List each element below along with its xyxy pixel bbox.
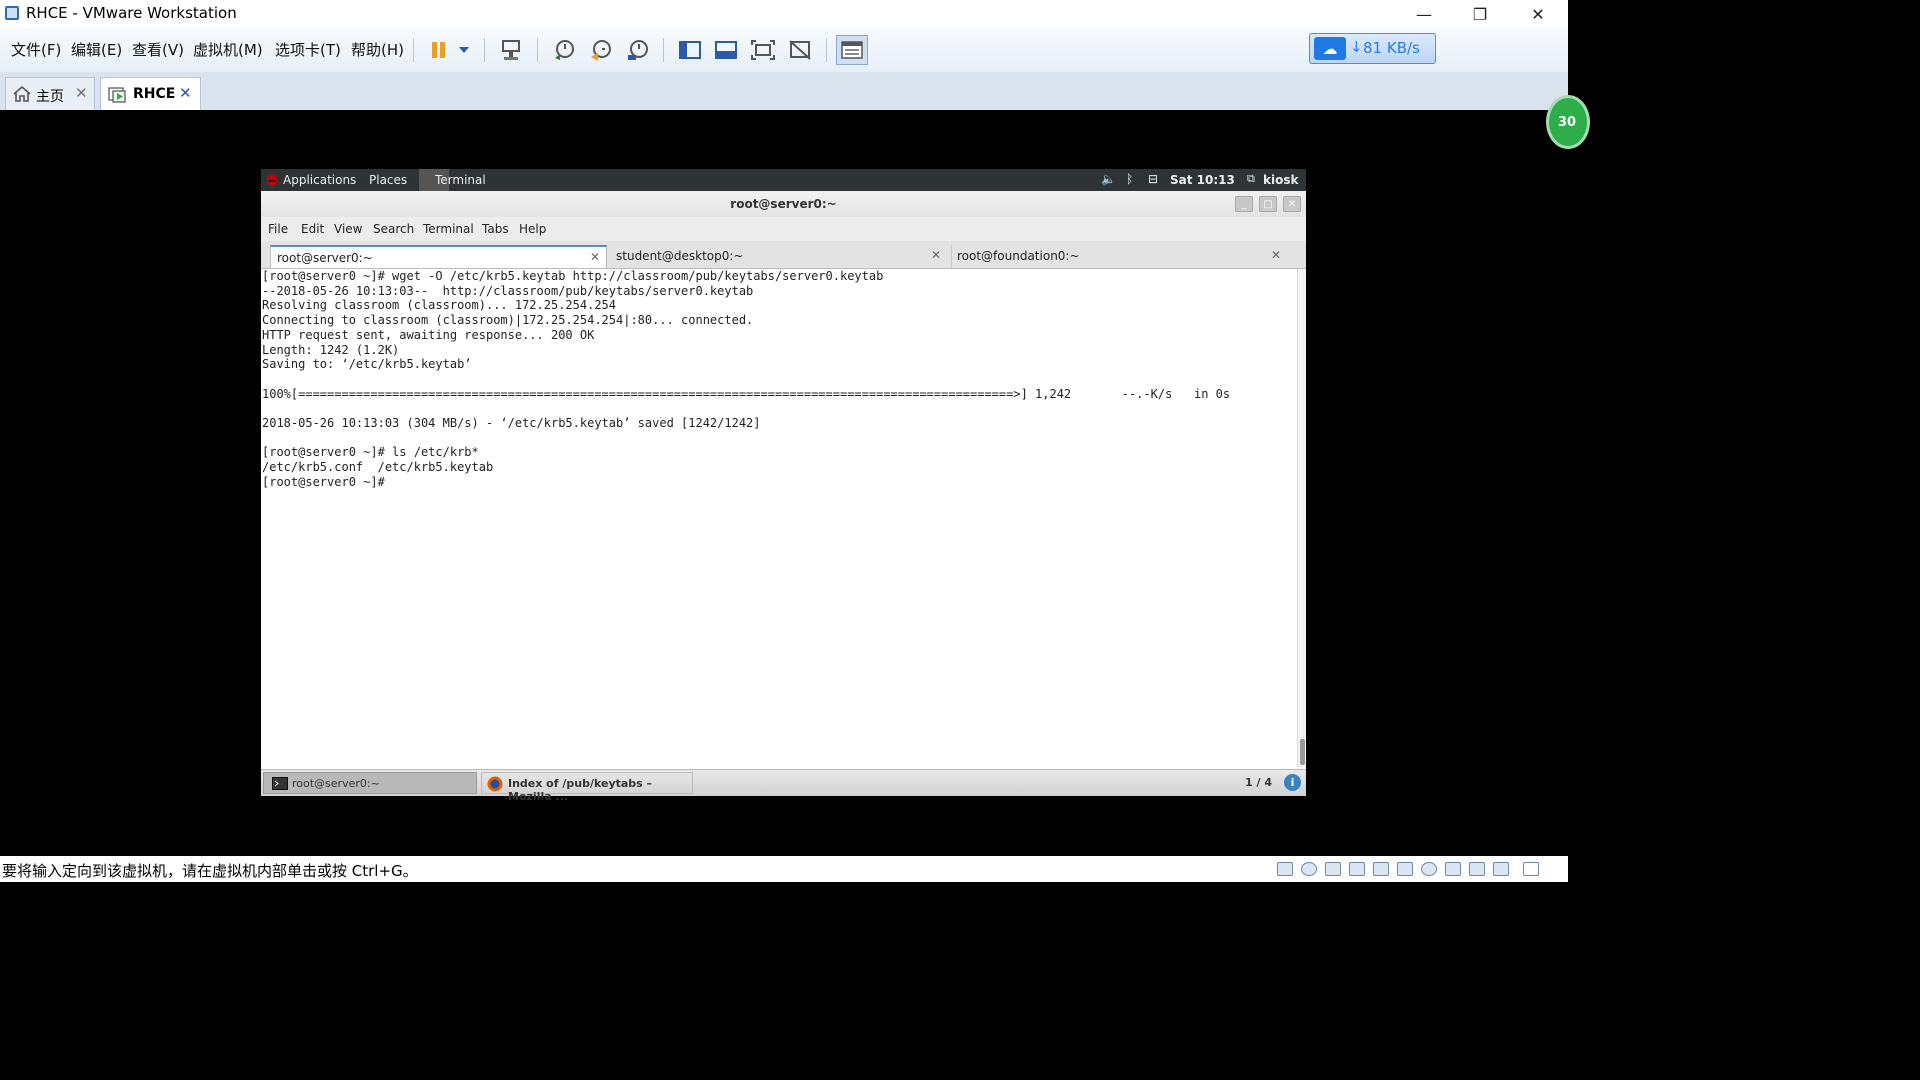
vm-tab-bar: 主页 ✕ RHCE ✕: [0, 72, 1568, 110]
tab-home-label: 主页: [36, 89, 64, 105]
volume-icon[interactable]: 🔈: [1101, 172, 1116, 186]
close-button[interactable]: ✕: [1510, 0, 1566, 28]
snapshot-icon[interactable]: [550, 37, 578, 63]
close-tab-rhce-button[interactable]: ✕: [179, 84, 192, 102]
cloud-icon: ☁: [1314, 37, 1346, 60]
menu-edit[interactable]: 编辑(E): [71, 39, 122, 60]
library-icon[interactable]: [836, 35, 868, 65]
close-terminal-tab-foundation0[interactable]: ✕: [1271, 248, 1281, 262]
terminal-tab-server0[interactable]: root@server0:~ ✕: [270, 245, 607, 268]
terminal-text: [root@server0 ~]# wget -O /etc/krb5.keyt…: [262, 269, 1231, 489]
hard-disk-icon[interactable]: [1277, 862, 1293, 876]
network-adapter-icon[interactable]: [1325, 862, 1341, 876]
gnome-bottom-bar: root@server0:~ Index of /pub/keytabs – M…: [261, 769, 1306, 803]
sound-card-icon[interactable]: [1397, 862, 1413, 876]
minimize-button[interactable]: —: [1396, 0, 1452, 28]
usb-icon[interactable]: [1445, 862, 1461, 876]
vm-display[interactable]: Applications Places Terminal 🔈 ᛒ ⊟ Sat 1…: [261, 169, 1306, 803]
status-bar: 要将输入定向到该虚拟机，请在虚拟机内部单击或按 Ctrl+G。: [0, 856, 1568, 882]
terminal-menu-edit[interactable]: Edit: [301, 222, 324, 236]
menu-tabs[interactable]: 选项卡(T): [275, 39, 341, 60]
camera-icon[interactable]: [1421, 862, 1437, 876]
terminal-menubar: File Edit View Search Terminal Tabs Help: [261, 217, 1306, 241]
terminal-tab-server0-label: root@server0:~: [277, 251, 373, 265]
display-icon[interactable]: [1469, 862, 1485, 876]
menu-view[interactable]: 查看(V): [132, 39, 184, 60]
dropdown-icon[interactable]: [451, 37, 477, 63]
workspace-indicator[interactable]: 1 / 4: [1245, 776, 1272, 789]
taskbar-item-firefox[interactable]: Index of /pub/keytabs – Mozilla ...: [481, 772, 693, 803]
user-menu[interactable]: kiosk: [1263, 173, 1298, 187]
menu-help[interactable]: 帮助(H): [351, 39, 404, 60]
terminal-menu-search[interactable]: Search: [373, 222, 414, 236]
send-ctrl-alt-del-icon[interactable]: [497, 37, 525, 63]
terminal-minimize-button[interactable]: _: [1235, 196, 1253, 212]
network-adapter-2-icon[interactable]: [1349, 862, 1365, 876]
terminal-tab-foundation0[interactable]: root@foundation0:~ ✕: [951, 245, 1287, 268]
messages-icon[interactable]: [1493, 862, 1509, 876]
terminal-menu-view[interactable]: View: [334, 222, 362, 236]
tab-rhce-label: RHCE: [133, 86, 176, 102]
console-view-icon[interactable]: [676, 37, 704, 63]
fit-window-icon[interactable]: [1523, 862, 1539, 876]
taskbar-item-firefox-label: Index of /pub/keytabs – Mozilla ...: [508, 777, 653, 803]
applications-menu[interactable]: Applications: [283, 173, 356, 187]
tab-rhce[interactable]: RHCE ✕: [100, 77, 201, 110]
terminal-tab-desktop0[interactable]: student@desktop0:~ ✕: [611, 245, 947, 268]
gnome-top-bar: Applications Places Terminal 🔈 ᛒ ⊟ Sat 1…: [261, 169, 1306, 191]
scrollbar-thumb[interactable]: [1300, 739, 1305, 765]
revert-snapshot-icon[interactable]: [587, 37, 615, 63]
unity-icon[interactable]: [786, 37, 814, 63]
info-icon[interactable]: i: [1284, 774, 1301, 791]
snapshot-manager-icon[interactable]: [624, 37, 652, 63]
terminal-window-titlebar: root@server0:~ _ □ ✕: [261, 191, 1306, 217]
firefox-icon: [487, 776, 503, 792]
terminal-window-title: root@server0:~: [730, 197, 837, 211]
menu-file[interactable]: 文件(F): [11, 39, 61, 60]
tab-home[interactable]: 主页 ✕: [5, 77, 95, 110]
terminal-menu-file[interactable]: File: [268, 222, 288, 236]
menu-vm[interactable]: 虚拟机(M): [193, 39, 263, 60]
close-terminal-tab-desktop0[interactable]: ✕: [931, 248, 941, 262]
restore-button[interactable]: ❐: [1452, 0, 1508, 28]
cd-dvd-icon[interactable]: [1301, 862, 1317, 876]
title-bar: RHCE - VMware Workstation — ❐ ✕: [0, 0, 1568, 28]
fullscreen-icon[interactable]: [749, 37, 777, 63]
vmware-app-icon: [5, 6, 19, 20]
terminal-scrollbar[interactable]: [1297, 269, 1306, 767]
terminal-icon: [272, 777, 288, 790]
printer-icon[interactable]: [1373, 862, 1389, 876]
pause-icon[interactable]: [425, 37, 453, 63]
taskbar-item-terminal[interactable]: root@server0:~: [263, 772, 477, 794]
vm-icon: [108, 87, 126, 103]
window-title: RHCE - VMware Workstation: [26, 4, 237, 22]
clock[interactable]: Sat 10:13: [1170, 173, 1235, 187]
network-speed-widget[interactable]: ☁ ↓ 81 KB/s: [1309, 33, 1436, 64]
terminal-app-label[interactable]: Terminal: [435, 173, 486, 187]
user-icon: ⧉: [1247, 172, 1255, 185]
home-icon: [13, 86, 31, 102]
terminal-tab-desktop0-label: student@desktop0:~: [616, 249, 744, 263]
redhat-icon: [266, 174, 278, 186]
terminal-menu-terminal[interactable]: Terminal: [423, 222, 474, 236]
thumbnail-view-icon[interactable]: [712, 37, 740, 63]
floating-badge[interactable]: 30: [1546, 95, 1590, 149]
close-tab-home-button[interactable]: ✕: [75, 84, 88, 102]
status-message: 要将输入定向到该虚拟机，请在虚拟机内部单击或按 Ctrl+G。: [2, 862, 418, 880]
download-arrow-icon: ↓: [1350, 38, 1363, 56]
places-menu[interactable]: Places: [369, 173, 407, 187]
terminal-tabs: root@server0:~ ✕ student@desktop0:~ ✕ ro…: [261, 241, 1306, 269]
close-terminal-tab-server0[interactable]: ✕: [590, 250, 600, 264]
terminal-menu-help[interactable]: Help: [519, 222, 546, 236]
taskbar-item-terminal-label: root@server0:~: [292, 777, 380, 790]
menu-toolbar: 文件(F) 编辑(E) 查看(V) 虚拟机(M) 选项卡(T) 帮助(H) ☁ …: [0, 28, 1568, 73]
bluetooth-icon[interactable]: ᛒ: [1126, 172, 1133, 186]
network-icon[interactable]: ⊟: [1148, 172, 1158, 186]
terminal-close-button[interactable]: ✕: [1283, 196, 1301, 212]
terminal-maximize-button[interactable]: □: [1259, 196, 1277, 212]
terminal-tab-foundation0-label: root@foundation0:~: [957, 249, 1080, 263]
network-speed: 81 KB/s: [1363, 39, 1420, 57]
terminal-menu-tabs[interactable]: Tabs: [482, 222, 509, 236]
terminal-output[interactable]: [root@server0 ~]# wget -O /etc/krb5.keyt…: [261, 269, 1297, 767]
